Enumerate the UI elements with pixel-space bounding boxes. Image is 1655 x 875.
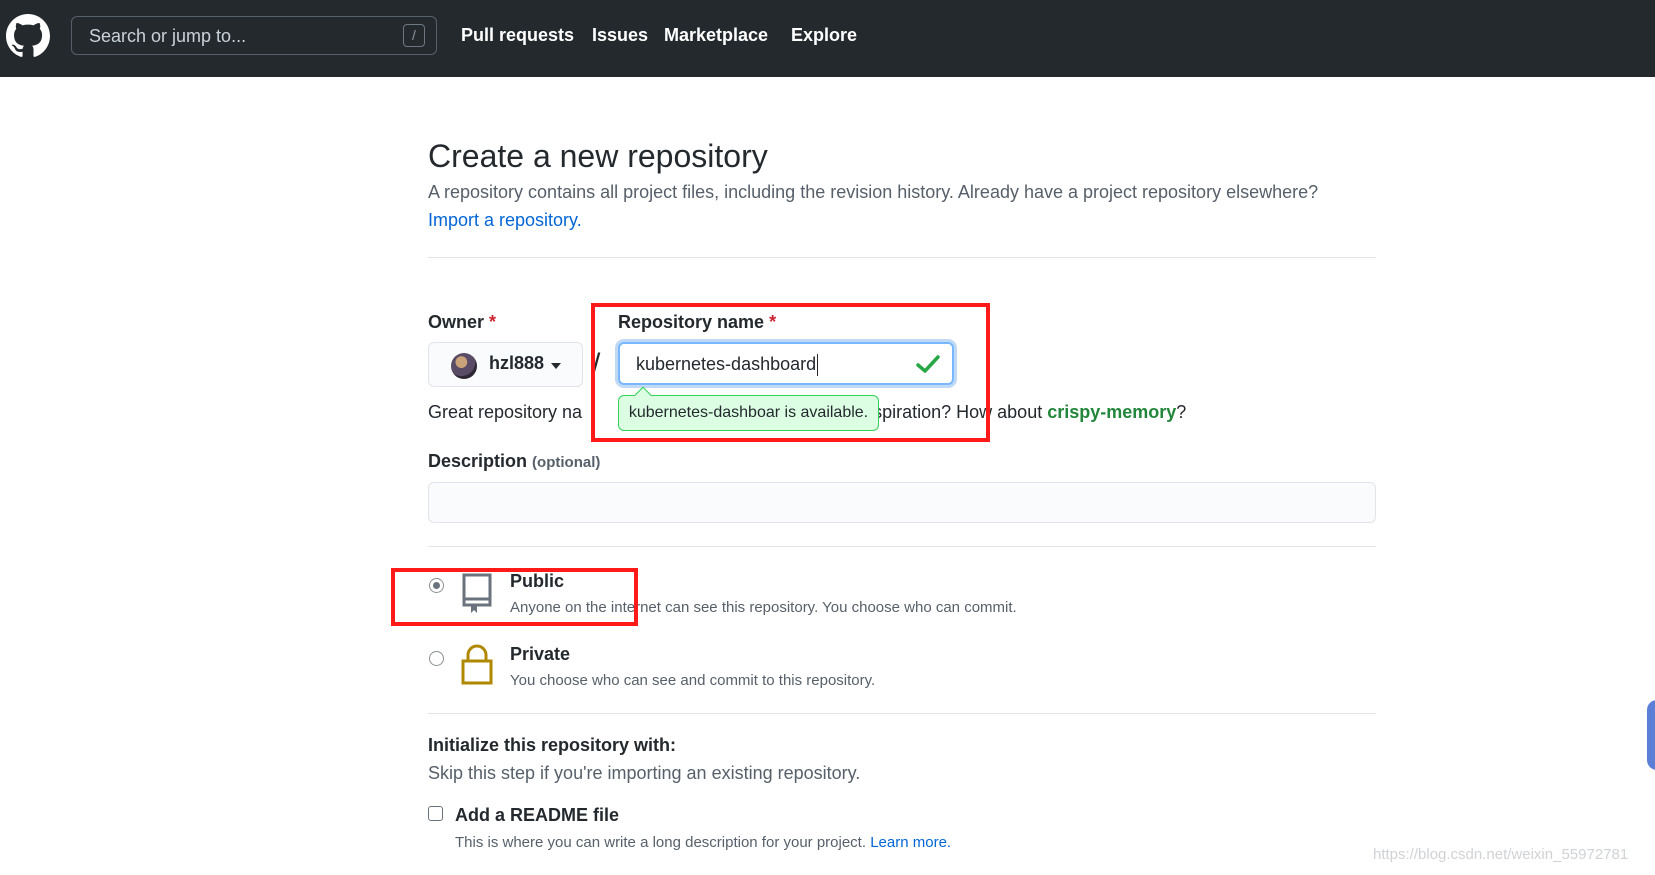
nav-explore[interactable]: Explore [791,25,857,46]
owner-select-button[interactable]: hzl888 [428,342,583,387]
annotation-box-repository-name [591,303,990,442]
private-description: You choose who can see and commit to thi… [510,672,876,689]
avatar [451,353,477,379]
page-title: Create a new repository [428,138,768,174]
initialize-subtitle: Skip this step if you're importing an ex… [428,763,861,783]
description-label: Description (optional) [428,451,601,471]
owner-name: hzl888 [489,353,545,373]
initialize-title: Initialize this repository with: [428,735,677,755]
private-title: Private [510,644,571,664]
suggested-name-link[interactable]: crispy-memory [1047,402,1176,422]
floating-widget[interactable] [1647,700,1655,770]
lock-icon [461,644,493,685]
top-header: Search or jump to... / Pull requests Iss… [0,0,1655,77]
owner-label: Owner * [428,312,497,332]
annotation-box-public [391,568,638,626]
nav-issues[interactable]: Issues [592,25,648,46]
divider [428,713,1376,714]
readme-checkbox[interactable] [428,806,443,821]
divider [428,546,1376,547]
import-repository-link[interactable]: Import a repository. [428,210,582,231]
private-radio[interactable] [429,651,444,666]
caret-down-icon [551,363,561,369]
page-subtitle: A repository contains all project files,… [428,182,1319,202]
search-shortcut-key: / [403,24,425,47]
learn-more-link[interactable]: Learn more. [870,834,951,851]
github-logo-icon[interactable] [6,14,50,58]
readme-label[interactable]: Add a README file [455,805,619,826]
search-input[interactable]: Search or jump to... / [71,16,437,55]
nav-marketplace[interactable]: Marketplace [664,25,768,46]
description-input[interactable] [428,482,1376,523]
search-placeholder: Search or jump to... [89,26,247,46]
watermark: https://blog.csdn.net/weixin_55972781 [1373,846,1629,863]
divider [428,257,1376,258]
readme-description: This is where you can write a long descr… [455,834,952,851]
nav-pull-requests[interactable]: Pull requests [461,25,574,46]
